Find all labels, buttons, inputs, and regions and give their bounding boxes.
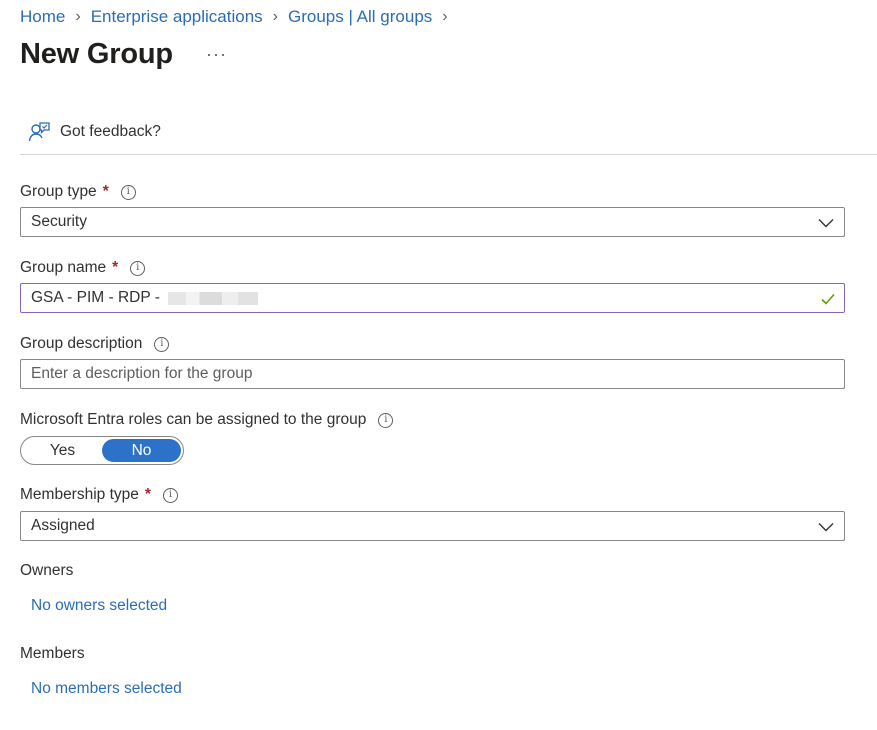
group-description-input[interactable]: Enter a description for the group <box>20 359 845 389</box>
group-name-label: Group name * i <box>20 259 146 277</box>
toggle-option-no[interactable]: No <box>102 439 181 462</box>
owners-label: Owners <box>20 562 74 579</box>
chevron-down-icon <box>818 523 834 532</box>
members-link[interactable]: No members selected <box>31 680 182 698</box>
group-description-label: Group description i <box>20 335 170 353</box>
info-icon[interactable]: i <box>154 336 170 352</box>
feedback-icon <box>28 122 50 142</box>
required-marker: * <box>144 486 151 503</box>
chevron-down-icon <box>818 219 834 228</box>
info-icon[interactable]: i <box>130 260 146 276</box>
chevron-right-icon: › <box>272 8 278 25</box>
group-name-input[interactable]: GSA - PIM - RDP - <box>20 283 845 313</box>
group-name-label-text: Group name <box>20 259 107 276</box>
more-options-icon[interactable]: ··· <box>206 44 227 65</box>
group-name-value: GSA - PIM - RDP - <box>31 289 160 306</box>
breadcrumb-enterprise-applications[interactable]: Enterprise applications <box>91 7 263 27</box>
group-type-value: Security <box>31 213 87 230</box>
divider <box>20 154 877 155</box>
breadcrumb: Home › Enterprise applications › Groups … <box>20 7 458 27</box>
entra-roles-label-text: Microsoft Entra roles can be assigned to… <box>20 411 367 428</box>
members-label: Members <box>20 645 85 662</box>
entra-roles-label: Microsoft Entra roles can be assigned to… <box>20 411 394 429</box>
group-type-label-text: Group type <box>20 183 97 200</box>
breadcrumb-home[interactable]: Home <box>20 7 65 27</box>
group-description-placeholder: Enter a description for the group <box>31 365 253 382</box>
info-icon[interactable]: i <box>120 184 136 200</box>
checkmark-icon <box>821 293 835 305</box>
chevron-right-icon: › <box>75 8 81 25</box>
membership-type-label: Membership type * i <box>20 486 178 504</box>
membership-type-dropdown[interactable]: Assigned <box>20 511 845 541</box>
info-icon[interactable]: i <box>162 487 178 503</box>
toggle-option-yes[interactable]: Yes <box>23 439 102 462</box>
page-title: New Group <box>20 38 173 70</box>
chevron-right-icon: › <box>442 8 448 25</box>
group-type-dropdown[interactable]: Security <box>20 207 845 237</box>
membership-type-value: Assigned <box>31 517 95 534</box>
required-marker: * <box>102 183 109 200</box>
group-description-label-text: Group description <box>20 335 143 352</box>
owners-link[interactable]: No owners selected <box>31 597 167 615</box>
redacted-text <box>167 291 258 305</box>
feedback-button[interactable]: Got feedback? <box>28 121 161 143</box>
info-icon[interactable]: i <box>378 412 394 428</box>
group-type-label: Group type * i <box>20 183 136 201</box>
entra-roles-toggle: Yes No <box>20 436 184 465</box>
required-marker: * <box>112 259 119 276</box>
feedback-label: Got feedback? <box>60 123 161 140</box>
breadcrumb-all-groups[interactable]: Groups | All groups <box>288 7 432 27</box>
membership-type-label-text: Membership type <box>20 486 139 503</box>
